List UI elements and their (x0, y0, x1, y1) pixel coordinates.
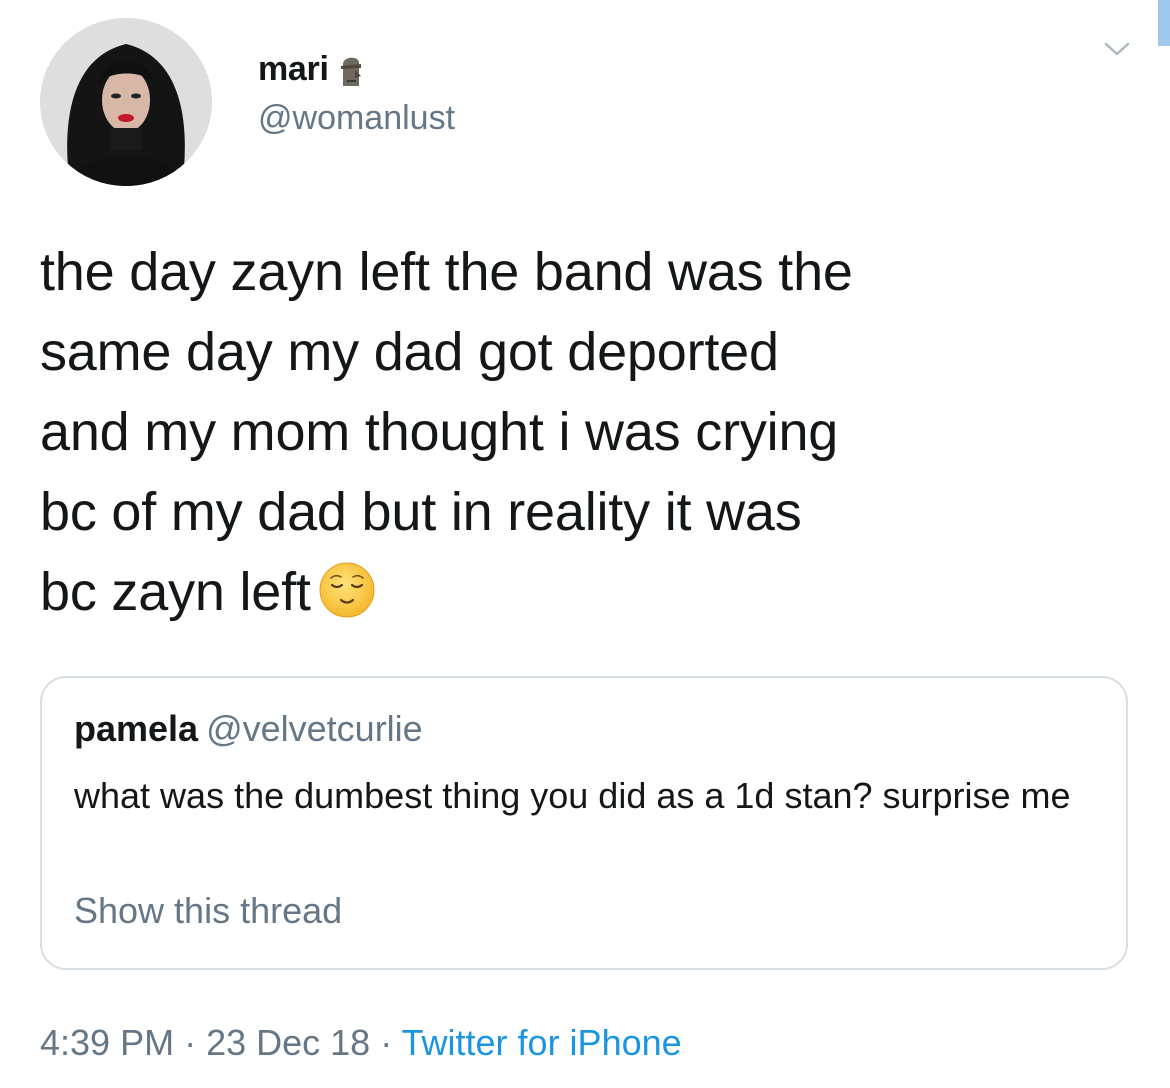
tweet-date[interactable]: 23 Dec 18 (206, 1022, 370, 1063)
display-name[interactable]: mari (258, 50, 329, 89)
relieved-face-emoji-icon (317, 560, 377, 620)
quoted-tweet-text: what was the dumbest thing you did as a … (74, 775, 1071, 816)
tweet-time[interactable]: 4:39 PM (40, 1022, 174, 1063)
meta-separator: · (174, 1022, 207, 1063)
show-thread-link[interactable]: Show this thread (74, 890, 342, 932)
quoted-tweet[interactable]: pamela @velvetcurlie what was the dumbest… (40, 676, 1128, 970)
author-block: mari @womanlust (258, 50, 455, 138)
quoted-user-handle: @velvetcurlie (206, 708, 423, 749)
display-name-row: mari (258, 50, 455, 89)
avatar[interactable] (40, 18, 212, 186)
quoted-tweet-header: pamela @velvetcurlie (74, 708, 423, 750)
tweet-card: mari @womanlust the day zayn left the ba… (0, 0, 1170, 1088)
tweet-source-link[interactable]: Twitter for iPhone (402, 1022, 682, 1063)
meta-separator: · (370, 1022, 402, 1063)
moai-icon (335, 52, 365, 88)
user-handle[interactable]: @womanlust (258, 99, 455, 138)
tweet-text-block: the day zayn left the band was the same … (40, 232, 1070, 632)
scrollbar-edge[interactable] (1158, 0, 1170, 46)
tweet-metadata: 4:39 PM · 23 Dec 18 · Twitter for iPhone (40, 1022, 682, 1064)
chevron-down-icon[interactable] (1100, 36, 1134, 62)
tweet-text: the day zayn left the band was the same … (40, 242, 853, 622)
quoted-display-name: pamela (74, 708, 199, 749)
